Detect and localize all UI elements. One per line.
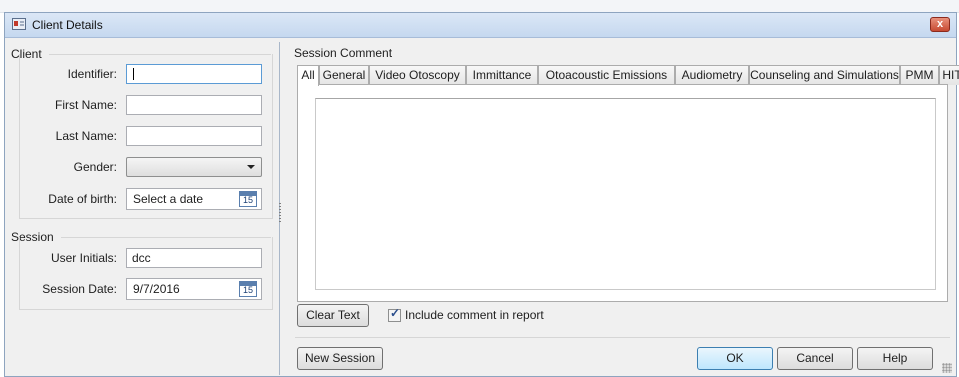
include-comment-label[interactable]: Include comment in report: [405, 308, 544, 322]
splitter-grip-icon[interactable]: [279, 203, 281, 223]
title-bar: Client Details x: [5, 13, 956, 38]
tab-immittance[interactable]: Immittance: [466, 65, 538, 85]
tab-video-otoscopy[interactable]: Video Otoscopy: [369, 65, 466, 85]
help-button[interactable]: Help: [857, 347, 933, 370]
client-section-frame: [19, 54, 273, 219]
new-session-button[interactable]: New Session: [297, 347, 383, 370]
include-comment-checkbox[interactable]: ✓: [388, 306, 401, 322]
client-card-icon: [12, 18, 26, 30]
tab-pmm[interactable]: PMM: [900, 65, 939, 85]
clear-text-button[interactable]: Clear Text: [297, 304, 369, 327]
tab-all[interactable]: All: [297, 65, 319, 86]
close-button[interactable]: x: [930, 17, 950, 32]
ok-button[interactable]: OK: [697, 347, 773, 370]
cancel-button[interactable]: Cancel: [777, 347, 853, 370]
tab-counseling-and-simulations[interactable]: Counseling and Simulations: [749, 65, 900, 85]
comment-tab-panel: [297, 84, 948, 302]
resize-grip-icon[interactable]: [942, 363, 952, 373]
client-details-dialog: Client Details x Client Identifier: Firs…: [4, 12, 959, 377]
client-panel: Client Identifier: First Name: Last Name…: [5, 38, 277, 376]
tab-hit[interactable]: HIT: [939, 65, 959, 85]
checkmark-icon: ✓: [390, 306, 401, 320]
tab-general[interactable]: General: [319, 65, 369, 85]
session-comment-title: Session Comment: [294, 46, 393, 60]
tab-otoacoustic-emissions[interactable]: Otoacoustic Emissions: [538, 65, 675, 85]
window-title: Client Details: [32, 18, 103, 32]
tab-audiometry[interactable]: Audiometry: [675, 65, 749, 85]
comment-textarea[interactable]: [315, 98, 936, 290]
button-bar-divider: [295, 337, 950, 338]
session-section-frame: [19, 237, 273, 310]
